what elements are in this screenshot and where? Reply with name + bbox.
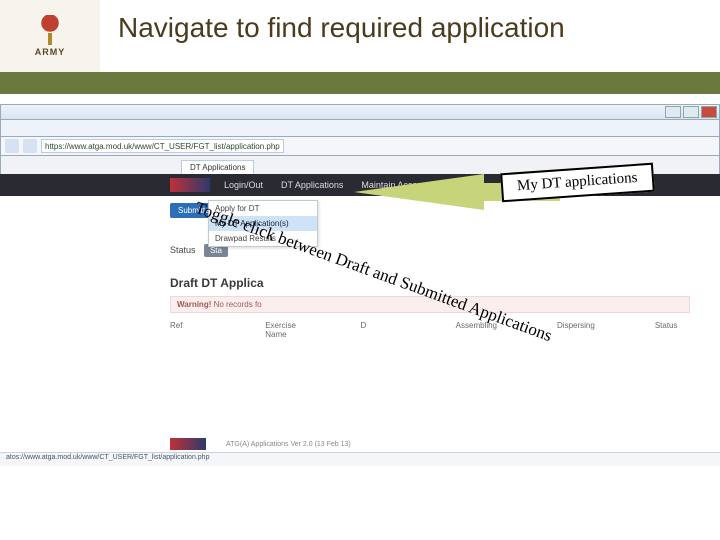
footer-logo-icon <box>170 438 206 450</box>
url-text: https://www.atga.mod.uk/www/CT_USER/FGT_… <box>45 142 280 151</box>
col-dispersing: Dispersing <box>557 321 595 339</box>
app-footer: ATG(A) Applications Ver 2.0 (13 Feb 13) <box>170 438 351 450</box>
window-controls <box>665 106 717 118</box>
col-ref: Ref <box>170 321 205 339</box>
nav-dtapps[interactable]: DT Applications <box>281 180 343 190</box>
title-underline <box>0 72 720 94</box>
browser-window: https://www.atga.mod.uk/www/CT_USER/FGT_… <box>0 104 720 474</box>
nav-login[interactable]: Login/Out <box>224 180 263 190</box>
browser-statusbar: atos://www.atga.mod.uk/www/CT_USER/FGT_l… <box>0 452 720 466</box>
browser-tabstrip <box>0 120 720 136</box>
warning-text: No records fo <box>214 300 262 309</box>
col-status: Status <box>655 321 690 339</box>
footer-text: ATG(A) Applications Ver 2.0 (13 Feb 13) <box>226 441 351 448</box>
crest-icon <box>32 15 68 45</box>
table-header: Ref Exercise Name D Assembling Dispersin… <box>170 321 690 339</box>
slide-title-block: Navigate to find required application <box>100 0 720 60</box>
arrow-icon <box>354 174 484 210</box>
browser-navbar: https://www.atga.mod.uk/www/CT_USER/FGT_… <box>0 136 720 156</box>
browser-titlebar <box>0 104 720 120</box>
slide-title: Navigate to find required application <box>118 12 710 44</box>
callout-box: My DT applications <box>501 163 655 203</box>
army-logo-block: ARMY <box>0 0 100 72</box>
callout-mydt: My DT applications <box>354 168 654 216</box>
army-text: ARMY <box>35 47 66 57</box>
atga-logo-icon <box>170 178 210 192</box>
page-tab[interactable]: DT Applications <box>181 160 254 174</box>
maximize-button[interactable] <box>683 106 699 118</box>
status-label: Status <box>170 245 196 255</box>
app-body: Login/Out DT Applications Maintain Accou… <box>0 174 720 474</box>
url-bar[interactable]: https://www.atga.mod.uk/www/CT_USER/FGT_… <box>41 139 284 153</box>
minimize-button[interactable] <box>665 106 681 118</box>
col-exname: Exercise Name <box>265 321 300 339</box>
warning-label: Warning! <box>177 300 211 309</box>
back-icon[interactable] <box>5 139 19 153</box>
close-button[interactable] <box>701 106 717 118</box>
forward-icon[interactable] <box>23 139 37 153</box>
col-d: D <box>360 321 395 339</box>
